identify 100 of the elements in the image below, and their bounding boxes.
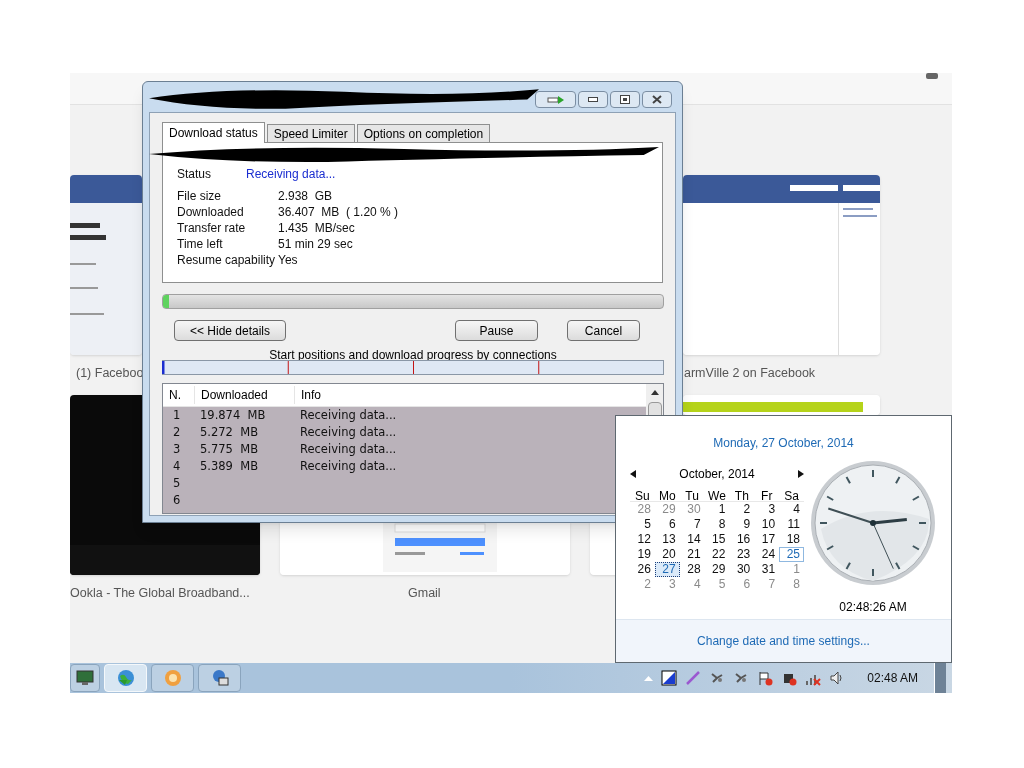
thumbnail-caption[interactable]: armVille 2 on Facebook	[684, 364, 816, 383]
calendar-day[interactable]: 3	[754, 502, 780, 517]
tab[interactable]: Speed Limiter	[266, 124, 355, 142]
calendar-day[interactable]: 14	[679, 532, 705, 547]
calendar-day[interactable]: 25	[779, 547, 804, 562]
field-label: Downloaded	[177, 204, 245, 221]
calendar-day[interactable]: 26	[630, 562, 655, 577]
calendar-day[interactable]: 9	[729, 517, 755, 532]
thumbnail-caption[interactable]: (1) Faceboo	[76, 364, 144, 383]
calendar-day[interactable]: 5	[630, 517, 655, 532]
calendar-day[interactable]: 2	[729, 502, 755, 517]
arrow-icon	[546, 95, 565, 104]
globe-icon	[115, 668, 136, 688]
status-value: Receiving data...	[246, 166, 336, 183]
calendar-day[interactable]: 15	[704, 532, 730, 547]
calendar-day[interactable]: 28	[630, 502, 655, 517]
calendar-day[interactable]: 12	[630, 532, 655, 547]
calendar-day[interactable]: 23	[729, 547, 755, 562]
weekday-label: Su	[634, 488, 651, 504]
table-cell-text: 1	[172, 406, 182, 424]
show-desktop-button[interactable]	[934, 663, 946, 693]
table-cell-text: 19.874 MB	[199, 406, 267, 424]
calendar-day[interactable]: 30	[729, 562, 755, 577]
table-cell-text: Receiving data...	[299, 423, 397, 441]
thumbnail-caption[interactable]: Ookla - The Global Broadband...	[70, 584, 250, 603]
calendar-day[interactable]: 16	[729, 532, 755, 547]
weekday-label: Mo	[657, 488, 677, 504]
calendar-day[interactable]: 10	[754, 517, 780, 532]
calendar-day[interactable]: 4	[779, 502, 804, 517]
thumbnail-caption[interactable]: Gmail	[408, 584, 441, 603]
month-label: October, 2014	[679, 466, 755, 483]
calendar-day[interactable]: 29	[654, 502, 680, 517]
calendar-day[interactable]: 18	[779, 532, 804, 547]
calendar-day[interactable]: 13	[654, 532, 680, 547]
tab[interactable]: Download status	[162, 122, 265, 143]
calendar-day[interactable]: 4	[679, 577, 705, 592]
calendar-day[interactable]: 8	[704, 517, 730, 532]
pen-icon[interactable]	[685, 670, 702, 686]
previous-month-icon[interactable]	[630, 470, 636, 478]
column-header[interactable]: N.	[163, 386, 194, 404]
hide-details-button[interactable]: << Hide details	[174, 320, 286, 341]
calendar-day[interactable]: 22	[704, 547, 730, 562]
table-cell-text: 5.775 MB	[199, 440, 260, 458]
weekday-label: Sa	[783, 488, 800, 504]
calendar-day[interactable]: 2	[630, 577, 655, 592]
scroll-up-icon[interactable]	[650, 390, 659, 395]
calendar-day[interactable]: 21	[679, 547, 705, 562]
field-label: Time left	[177, 236, 224, 253]
table-cell-text: Receiving data...	[299, 406, 397, 424]
calendar-day[interactable]: 20	[654, 547, 680, 562]
calendar-day[interactable]: 7	[754, 577, 780, 592]
minimize-icon	[588, 97, 598, 102]
display-icon[interactable]	[661, 670, 678, 686]
calendar-day[interactable]: 27	[654, 562, 680, 577]
cancel-button[interactable]: Cancel	[567, 320, 640, 341]
calendar-day[interactable]: 31	[754, 562, 780, 577]
calendar-day[interactable]: 17	[754, 532, 780, 547]
date-heading: Monday, 27 October, 2014	[713, 436, 854, 450]
minimize-button[interactable]	[578, 91, 608, 108]
field-value: 36.407 MB ( 1.20 % )	[278, 204, 399, 221]
table-cell-text: 6	[172, 491, 182, 509]
close-icon	[652, 95, 662, 104]
maximize-button[interactable]	[610, 91, 640, 108]
calendar-day[interactable]: 30	[679, 502, 705, 517]
flag-icon[interactable]	[757, 670, 774, 686]
weekday-label: Fr	[760, 488, 774, 504]
calendar-day[interactable]: 19	[630, 547, 655, 562]
column-header[interactable]: Downloaded	[194, 386, 294, 404]
monitor-icon	[76, 670, 94, 686]
table-cell-text: 4	[172, 457, 182, 475]
calendar-day[interactable]: 28	[679, 562, 705, 577]
calendar-day[interactable]: 3	[654, 577, 680, 592]
column-header[interactable]: Info	[294, 386, 321, 404]
table-cell-text: Receiving data...	[299, 440, 397, 458]
taskbar-button[interactable]	[198, 664, 241, 692]
weekday-label: Tu	[684, 488, 700, 504]
next-month-icon[interactable]	[798, 470, 804, 478]
calendar-day[interactable]: 6	[729, 577, 755, 592]
calendar-day[interactable]: 7	[679, 517, 705, 532]
menu-icon[interactable]	[926, 73, 938, 79]
field-label: File size	[177, 188, 222, 205]
close-button[interactable]	[642, 91, 672, 108]
calendar-day[interactable]: 24	[754, 547, 780, 562]
calendar-day[interactable]: 6	[654, 517, 680, 532]
table-cell-text: 5.389 MB	[199, 457, 260, 475]
weekday-label: Th	[733, 488, 750, 504]
taskbar-clock[interactable]: 02:48 AM	[867, 669, 918, 687]
calendar-day[interactable]: 11	[779, 517, 804, 532]
date-time-settings-link[interactable]: Change date and time settings...	[697, 632, 870, 650]
clock-time: 02:48:26 AM	[839, 600, 907, 614]
table-cell-text: 5	[172, 474, 182, 492]
pause-button[interactable]: Pause	[455, 320, 538, 341]
table-cell-text: 3	[172, 440, 182, 458]
tab[interactable]: Options on completion	[356, 124, 491, 142]
calendar-day[interactable]: 8	[779, 577, 804, 592]
calendar-day[interactable]: 29	[704, 562, 730, 577]
maximize-icon	[620, 95, 630, 104]
taskbar-button[interactable]	[70, 664, 100, 692]
calendar-day[interactable]: 1	[704, 502, 730, 517]
table-cell-text: Receiving data...	[299, 457, 397, 475]
